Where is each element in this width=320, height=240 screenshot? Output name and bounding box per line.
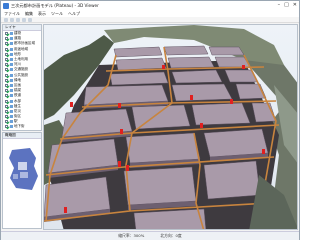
layer-icon bbox=[9, 115, 13, 119]
app-icon bbox=[3, 2, 9, 9]
menu-item[interactable]: 編集 bbox=[25, 11, 33, 17]
layer-checkbox[interactable] bbox=[5, 73, 8, 77]
maximize-icon[interactable]: □ bbox=[284, 2, 289, 8]
close-icon[interactable]: ✕ bbox=[293, 2, 297, 8]
layer-icon bbox=[9, 42, 13, 46]
menu-item[interactable]: ファイル bbox=[4, 11, 20, 17]
layer-checkbox[interactable] bbox=[5, 78, 8, 82]
layer-icon bbox=[9, 125, 13, 129]
open-icon[interactable] bbox=[4, 17, 8, 22]
layer-icon bbox=[9, 68, 13, 72]
layer-icon bbox=[9, 47, 13, 51]
status-bar: 縮尺率：300% 北方向：0度 bbox=[1, 231, 299, 240]
layer-label: 公園 bbox=[14, 130, 21, 131]
layer-checkbox[interactable] bbox=[5, 68, 8, 72]
window-title: 三次元都市計画モデル (Plateau) - 3D Viewer bbox=[11, 2, 99, 8]
layer-icon bbox=[9, 73, 13, 77]
layer-checkbox[interactable] bbox=[5, 32, 8, 36]
layer-icon bbox=[9, 99, 13, 103]
layer-checkbox[interactable] bbox=[5, 37, 8, 41]
layer-checkbox[interactable] bbox=[5, 120, 8, 124]
layer-icon bbox=[9, 63, 13, 67]
toolbar bbox=[1, 17, 299, 23]
zoom-out-icon[interactable] bbox=[22, 17, 26, 22]
3d-viewport[interactable] bbox=[43, 24, 298, 230]
layer-checkbox[interactable] bbox=[5, 94, 8, 98]
layer-checkbox[interactable] bbox=[5, 42, 8, 46]
overview-panel-header: 概略図 bbox=[3, 133, 41, 139]
layer-checkbox[interactable] bbox=[5, 89, 8, 93]
layer-icon bbox=[9, 94, 13, 98]
overview-minimap[interactable] bbox=[6, 146, 40, 192]
menu-bar: ファイル 編集 表示 ツール ヘルプ bbox=[1, 10, 299, 17]
zoom-in-icon[interactable] bbox=[16, 17, 20, 22]
menu-item[interactable]: ツール bbox=[51, 11, 63, 17]
layer-checkbox[interactable] bbox=[5, 52, 8, 56]
minimize-icon[interactable]: – bbox=[278, 2, 281, 8]
layer-checkbox[interactable] bbox=[5, 125, 8, 129]
layer-checkbox[interactable] bbox=[5, 47, 8, 51]
layer-item[interactable]: 公園 bbox=[3, 130, 41, 131]
layer-checkbox[interactable] bbox=[5, 99, 8, 103]
layer-icon bbox=[9, 120, 13, 124]
overview-panel: 概略図 bbox=[2, 132, 42, 229]
layer-checkbox[interactable] bbox=[5, 115, 8, 119]
layer-checkbox[interactable] bbox=[5, 104, 8, 108]
title-bar: 三次元都市計画モデル (Plateau) - 3D Viewer – □ ✕ bbox=[1, 1, 299, 10]
status-direction: 北方向：0度 bbox=[160, 233, 182, 238]
layer-checkbox[interactable] bbox=[5, 63, 8, 67]
save-icon[interactable] bbox=[10, 17, 14, 22]
layer-list: 建物 道路 都市計画区域 用途地域 地形 土地利用 河川 交通施設 公共施設 緑地 区画 橋梁 鉄道 水部… bbox=[3, 31, 41, 131]
layer-icon bbox=[9, 37, 13, 41]
layer-checkbox[interactable] bbox=[5, 58, 8, 62]
layer-checkbox[interactable] bbox=[5, 109, 8, 113]
layer-icon bbox=[9, 89, 13, 93]
app-window: 三次元都市計画モデル (Plateau) - 3D Viewer – □ ✕ フ… bbox=[0, 0, 300, 240]
3d-scene bbox=[44, 25, 297, 229]
layer-checkbox[interactable] bbox=[5, 83, 8, 87]
layers-panel: レイヤ 建物 道路 都市計画区域 用途地域 地形 土地利用 河川 交通施設 公共施設 緑地 区画 橋梁… bbox=[2, 24, 42, 131]
rotate-icon[interactable] bbox=[28, 17, 32, 22]
menu-item[interactable]: 表示 bbox=[38, 11, 46, 17]
layer-icon bbox=[9, 32, 13, 36]
menu-item[interactable]: ヘルプ bbox=[68, 11, 80, 17]
status-scale: 縮尺率：300% bbox=[118, 233, 145, 238]
